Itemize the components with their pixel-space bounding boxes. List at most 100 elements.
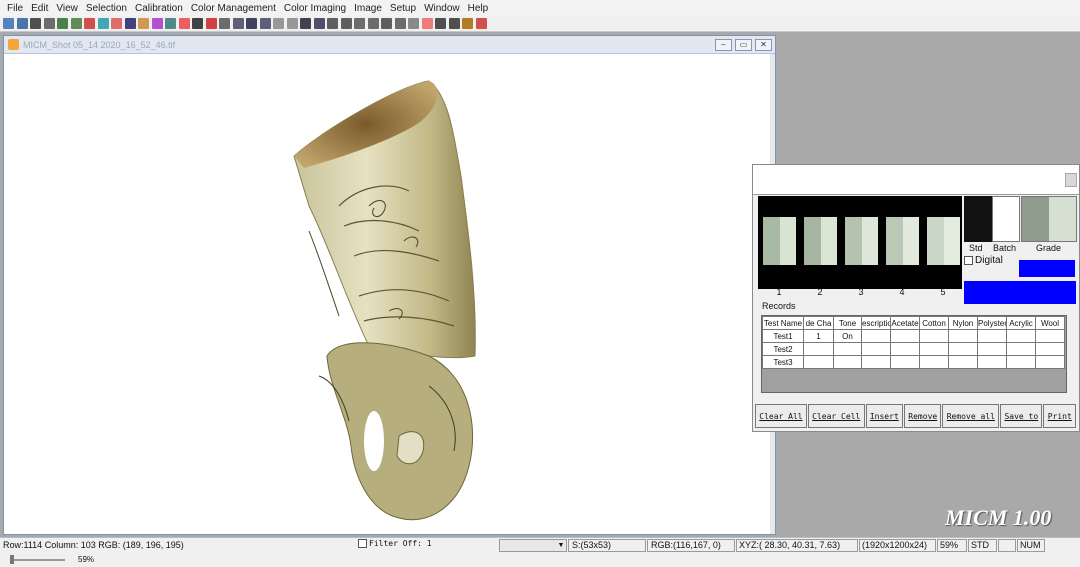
- clear-cell-button[interactable]: Clear Cell: [807, 404, 865, 428]
- grid-icon[interactable]: [84, 18, 95, 29]
- table-cell[interactable]: [948, 342, 978, 356]
- redo-icon[interactable]: [286, 18, 298, 29]
- filter-checkbox[interactable]: [358, 539, 367, 548]
- image-canvas[interactable]: [9, 56, 771, 532]
- hand-icon[interactable]: [435, 18, 446, 29]
- digital-checkbox[interactable]: [964, 256, 973, 265]
- pencil-icon[interactable]: [313, 18, 325, 29]
- menu-edit[interactable]: Edit: [28, 3, 53, 14]
- table-row[interactable]: Test3: [762, 355, 1065, 369]
- clock-icon[interactable]: [394, 18, 406, 29]
- print-button[interactable]: Print: [1043, 404, 1077, 428]
- table-cell[interactable]: [1006, 329, 1036, 343]
- table-cell[interactable]: [977, 342, 1007, 356]
- menu-help[interactable]: Help: [465, 3, 494, 14]
- open-icon[interactable]: [3, 18, 14, 29]
- clear-all-button[interactable]: Clear All: [755, 404, 807, 428]
- list-icon[interactable]: [354, 18, 365, 29]
- color-swatch-4[interactable]: [886, 217, 919, 265]
- minimize-button[interactable]: ‒: [715, 38, 732, 51]
- image-icon[interactable]: [57, 18, 68, 29]
- table-cell[interactable]: [1035, 355, 1065, 369]
- table-cell[interactable]: [833, 342, 862, 356]
- ellipse-icon[interactable]: [340, 18, 352, 29]
- table-cell[interactable]: [919, 355, 949, 369]
- table-cell[interactable]: 1: [803, 329, 834, 343]
- menu-color-management[interactable]: Color Management: [188, 3, 281, 14]
- table-cell[interactable]: [890, 329, 920, 343]
- zoom-out-icon[interactable]: [259, 18, 271, 29]
- table-cell[interactable]: [1035, 342, 1065, 356]
- frame-icon[interactable]: [70, 18, 82, 29]
- table-row[interactable]: Test2: [762, 342, 1065, 356]
- menu-color-imaging[interactable]: Color Imaging: [281, 3, 351, 14]
- magnifier-icon[interactable]: [448, 18, 460, 29]
- table-cell[interactable]: [948, 329, 978, 343]
- table-row[interactable]: Test1 1 On: [762, 329, 1065, 343]
- column-header[interactable]: Tone: [833, 316, 862, 330]
- table-cell[interactable]: [977, 355, 1007, 369]
- table-cell[interactable]: [919, 342, 949, 356]
- arrow-icon[interactable]: [408, 18, 419, 29]
- pen-icon[interactable]: [192, 18, 203, 29]
- column-header[interactable]: escriptio: [861, 316, 891, 330]
- table-cell[interactable]: [948, 355, 978, 369]
- zoom-slider-track[interactable]: [10, 559, 65, 561]
- table-cell[interactable]: [977, 329, 1007, 343]
- color-swatch-1[interactable]: [763, 217, 796, 265]
- menu-view[interactable]: View: [53, 3, 83, 14]
- image-window-titlebar[interactable]: MICM_Shot 05_14 2020_16_52_46.tif ‒ ▭ ✕: [4, 36, 775, 54]
- close-button[interactable]: ✕: [755, 38, 772, 51]
- column-header[interactable]: de Cha: [803, 316, 834, 330]
- stop-icon[interactable]: [421, 18, 433, 29]
- digital-checkbox-row[interactable]: Digital: [964, 255, 1003, 266]
- chart-icon[interactable]: [138, 18, 149, 29]
- film-icon[interactable]: [43, 18, 55, 29]
- menu-selection[interactable]: Selection: [83, 3, 132, 14]
- palette-icon[interactable]: [111, 18, 122, 29]
- table-cell[interactable]: [890, 355, 920, 369]
- grid-color-icon[interactable]: [97, 18, 109, 29]
- color-swatch-3[interactable]: [845, 217, 878, 265]
- table-cell[interactable]: [861, 355, 891, 369]
- table-icon[interactable]: [367, 18, 379, 29]
- table-cell[interactable]: [1035, 329, 1065, 343]
- target-icon[interactable]: [475, 18, 487, 29]
- table-cell[interactable]: [861, 342, 891, 356]
- table-cell[interactable]: Test1: [762, 329, 804, 343]
- table-cell[interactable]: [919, 329, 949, 343]
- rectangle-icon[interactable]: [327, 18, 338, 29]
- column-header[interactable]: Cotton: [919, 316, 949, 330]
- menu-window[interactable]: Window: [421, 3, 465, 14]
- undo-icon[interactable]: [273, 18, 284, 29]
- colors-icon[interactable]: [151, 18, 163, 29]
- column-header[interactable]: Polyster: [977, 316, 1007, 330]
- table-cell[interactable]: [1006, 342, 1036, 356]
- menu-file[interactable]: File: [4, 3, 28, 14]
- filter-control[interactable]: Filter Off: 1: [358, 539, 432, 548]
- pin-icon[interactable]: [462, 18, 473, 29]
- color-swatch-5[interactable]: [927, 217, 960, 265]
- menu-calibration[interactable]: Calibration: [132, 3, 188, 14]
- table-cell[interactable]: [803, 355, 834, 369]
- save-to-button[interactable]: Save to: [1000, 404, 1043, 428]
- filter-dropdown[interactable]: ▼: [499, 539, 567, 552]
- zoom-in-icon[interactable]: [232, 18, 244, 29]
- crosshair-icon[interactable]: [124, 18, 136, 29]
- table-cell[interactable]: [1006, 355, 1036, 369]
- table-cell[interactable]: [861, 329, 891, 343]
- remove-button[interactable]: Remove: [904, 404, 942, 428]
- column-header[interactable]: Wool: [1035, 316, 1065, 330]
- swatches-icon[interactable]: [178, 18, 190, 29]
- table-cell[interactable]: [890, 342, 920, 356]
- infinity-icon[interactable]: [219, 18, 230, 29]
- table-cell[interactable]: Test3: [762, 355, 804, 369]
- crop-icon[interactable]: [381, 18, 392, 29]
- zoom-slider-thumb[interactable]: [10, 555, 14, 564]
- column-header[interactable]: Acrylic: [1006, 316, 1036, 330]
- menu-setup[interactable]: Setup: [387, 3, 421, 14]
- color-swatch-2[interactable]: [804, 217, 837, 265]
- camera-icon[interactable]: [30, 18, 41, 29]
- restore-button[interactable]: ▭: [735, 38, 752, 51]
- save-icon[interactable]: [16, 18, 28, 29]
